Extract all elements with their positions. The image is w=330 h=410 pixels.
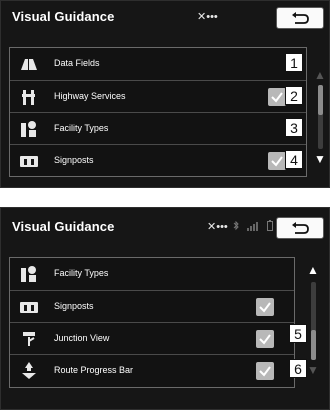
facility-types-icon <box>21 266 36 282</box>
bluetooth-status-icon: ✕••• <box>197 11 218 23</box>
scrollbar[interactable] <box>311 282 316 360</box>
checkmark-icon <box>259 302 271 313</box>
list-item-highway-services[interactable]: Highway Services <box>10 80 306 113</box>
highway-services-checkbox[interactable] <box>268 88 286 106</box>
callout-3: 3 <box>285 118 303 137</box>
list-item-facility-types[interactable]: Facility Types <box>10 112 306 145</box>
list-item-junction-view[interactable]: Junction View <box>10 322 294 355</box>
back-button[interactable] <box>276 217 324 239</box>
checkmark-icon <box>271 92 283 103</box>
list-item-label: Facility Types <box>54 268 109 278</box>
list-item-signposts[interactable]: Signposts <box>10 144 306 177</box>
signposts-icon <box>20 156 38 167</box>
list-item-label: Highway Services <box>54 91 126 101</box>
signposts-icon <box>20 302 38 313</box>
header: Visual Guidance ✕••• <box>1 208 329 242</box>
header: Visual Guidance ✕••• <box>1 1 329 35</box>
scroll-down-arrow[interactable]: ▼ <box>314 153 326 165</box>
list-item-label: Signposts <box>54 155 94 165</box>
visual-guidance-screen-1: Visual Guidance ✕••• Data Fields Highway… <box>0 0 330 188</box>
settings-list: Facility Types Signposts Junction View R… <box>9 257 295 388</box>
battery-icon <box>267 220 273 231</box>
highway-services-icon <box>22 90 35 105</box>
list-item-label: Signposts <box>54 301 94 311</box>
checkmark-icon <box>259 334 271 345</box>
list-item-label: Data Fields <box>54 58 100 68</box>
checkmark-icon <box>271 156 283 167</box>
list-item-signposts[interactable]: Signposts <box>10 290 294 323</box>
list-item-label: Junction View <box>54 333 110 343</box>
list-item-label: Route Progress Bar <box>54 365 134 375</box>
route-progress-bar-checkbox[interactable] <box>256 362 274 380</box>
scroll-up-arrow[interactable]: ▲ <box>307 264 319 276</box>
facility-types-icon <box>21 121 36 137</box>
scroll-down-arrow[interactable]: ▼ <box>307 364 319 376</box>
junction-view-checkbox[interactable] <box>256 330 274 348</box>
bluetooth-icon <box>233 221 239 231</box>
scroll-up-arrow[interactable]: ▲ <box>314 69 326 81</box>
callout-1: 1 <box>285 53 303 72</box>
list-item-route-progress-bar[interactable]: Route Progress Bar <box>10 354 294 387</box>
back-arrow-icon <box>292 12 309 24</box>
callout-2: 2 <box>285 86 303 105</box>
callout-4: 4 <box>285 150 303 169</box>
visual-guidance-screen-2: Visual Guidance ✕••• Facility Types Sign… <box>0 207 330 410</box>
junction-view-icon <box>23 332 35 346</box>
list-item-facility-types[interactable]: Facility Types <box>10 258 294 290</box>
checkmark-icon <box>259 366 271 377</box>
scrollbar-thumb[interactable] <box>318 85 323 115</box>
back-button[interactable] <box>276 7 324 29</box>
page-title: Visual Guidance <box>12 9 115 24</box>
settings-list: Data Fields Highway Services Facility Ty… <box>9 47 307 177</box>
route-progress-bar-icon <box>22 362 36 379</box>
callout-5: 5 <box>289 324 307 343</box>
back-arrow-icon <box>292 222 309 234</box>
page-title: Visual Guidance <box>12 219 115 234</box>
data-fields-icon <box>21 59 37 70</box>
scrollbar[interactable] <box>318 85 323 149</box>
signposts-checkbox[interactable] <box>268 152 286 170</box>
bluetooth-status-icon: ✕••• <box>207 221 228 233</box>
signal-strength-icon <box>247 222 258 231</box>
signposts-checkbox[interactable] <box>256 298 274 316</box>
list-item-label: Facility Types <box>54 123 109 133</box>
scrollbar-thumb[interactable] <box>311 330 316 360</box>
list-item-data-fields[interactable]: Data Fields <box>10 48 306 80</box>
callout-6: 6 <box>289 359 307 378</box>
